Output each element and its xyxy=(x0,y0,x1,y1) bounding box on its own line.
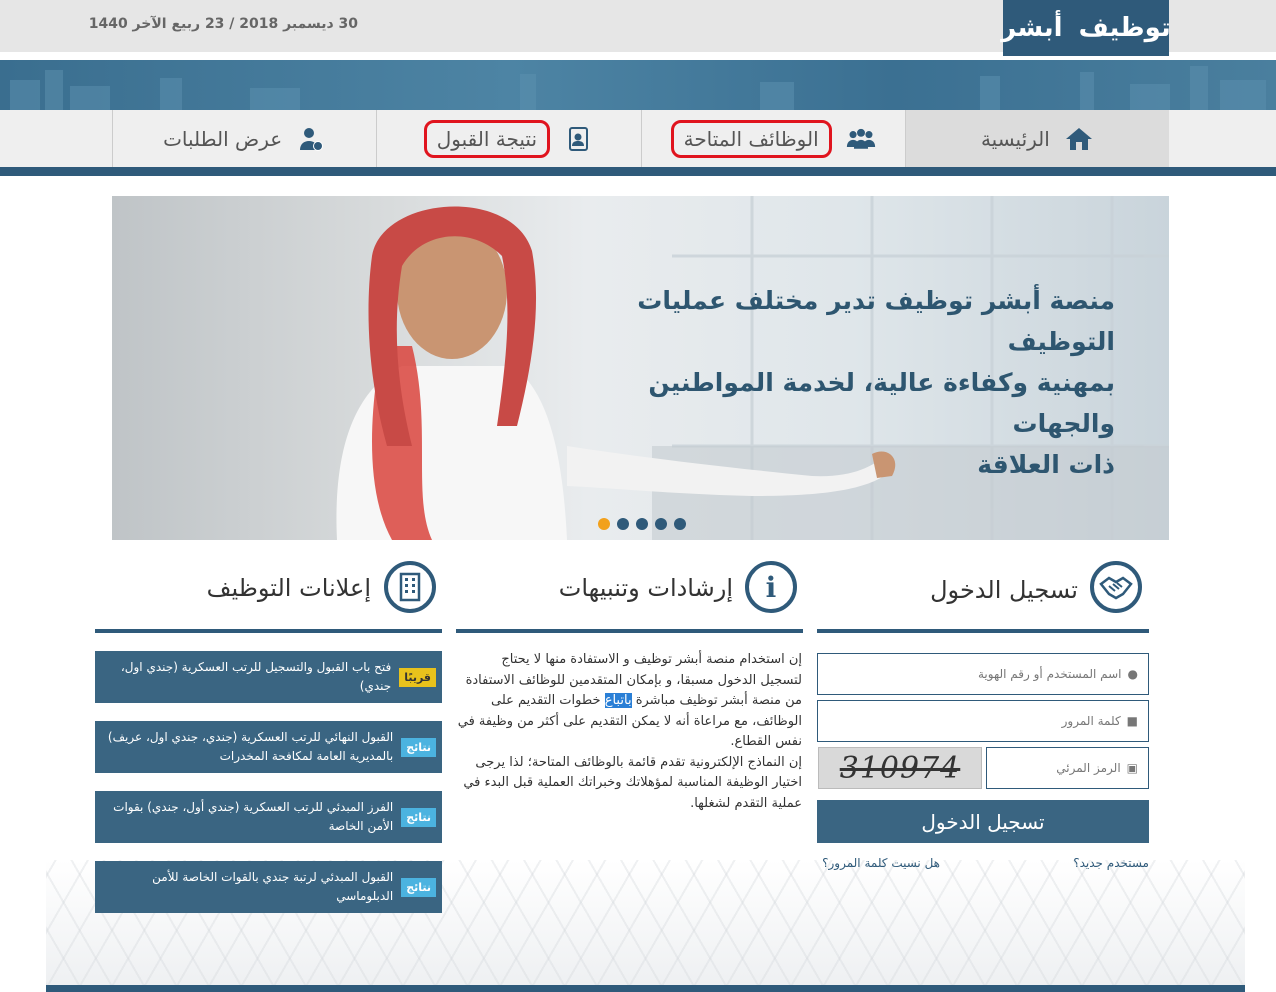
nav-underline-bar xyxy=(0,167,1276,176)
handshake-icon xyxy=(1090,561,1142,613)
captcha-placeholder: الرمز المرئي xyxy=(1056,761,1121,775)
footer-line xyxy=(46,985,1245,992)
ad-text: القبول المبدئي لرتبة جندي بالقوات الخاصة… xyxy=(152,870,394,903)
forgot-password-link[interactable]: هل نسيت كلمة المرور؟ xyxy=(822,856,940,870)
building-icon xyxy=(384,561,436,613)
site-logo[interactable]: توظيف أبشر xyxy=(1001,0,1171,56)
slider-dot-3[interactable] xyxy=(636,518,648,530)
nav-label-jobs: الوظائف المتاحة xyxy=(670,119,832,158)
captcha-input[interactable]: ▣ الرمز المرئي xyxy=(986,747,1149,789)
header-date: 30 ديسمبر 2018 / 23 ربيع الآخر 1440 xyxy=(88,16,358,32)
captcha-image: 310974 xyxy=(818,747,982,789)
ad-item[interactable]: قريبًا فتح باب القبول والتسجيل للرتب الع… xyxy=(95,651,442,703)
guidance-rule xyxy=(456,629,803,633)
ad-item[interactable]: نتائج القبول المبدئي لرتبة جندي بالقوات … xyxy=(95,861,442,913)
username-field[interactable]: ● اسم المستخدم أو رقم الهوية xyxy=(817,653,1149,695)
new-user-link[interactable]: مستخدم جديد؟ xyxy=(1073,856,1149,870)
users-group-icon xyxy=(846,124,876,154)
document-user-icon xyxy=(564,124,594,154)
ads-rule xyxy=(95,629,442,633)
image-icon: ▣ xyxy=(1126,761,1138,775)
ads-icon-wrap xyxy=(384,561,436,613)
guidance-title: إرشادات وتنبيهات xyxy=(558,574,733,602)
logo-text-left: أبشر xyxy=(1001,13,1063,43)
ad-badge: نتائج xyxy=(401,877,436,897)
hero-caption: منصة أبشر توظيف تدير مختلف عمليات التوظي… xyxy=(555,280,1115,485)
guidance-icon-wrap: i xyxy=(745,561,797,613)
info-icon: i xyxy=(745,561,797,613)
slider-dots xyxy=(598,518,686,530)
ads-title: إعلانات التوظيف xyxy=(206,574,371,602)
login-submit-button[interactable]: تسجيل الدخول xyxy=(817,800,1149,843)
slider-dot-4[interactable] xyxy=(655,518,667,530)
password-field[interactable]: ■ كلمة المرور xyxy=(817,700,1149,742)
user-icon: ● xyxy=(1127,667,1138,681)
ad-text: القبول النهائي للرتب العسكرية (جندي، جند… xyxy=(107,730,394,763)
guidance-text: إن استخدام منصة أبشر توظيف و الاستفادة م… xyxy=(456,650,802,814)
ad-text: الفرز المبدئي للرتب العسكرية (جندي أول، … xyxy=(113,800,394,833)
hero-line-2: بمهنية وكفاءة عالية، لخدمة المواطنين وال… xyxy=(648,368,1115,438)
login-rule xyxy=(817,629,1149,633)
ad-item[interactable]: نتائج القبول النهائي للرتب العسكرية (جند… xyxy=(95,721,442,773)
nav-label-requests: عرض الطلبات xyxy=(163,126,283,151)
hero-slider: منصة أبشر توظيف تدير مختلف عمليات التوظي… xyxy=(112,196,1169,540)
ad-badge: نتائج xyxy=(401,807,436,827)
home-icon xyxy=(1064,124,1094,154)
username-placeholder: اسم المستخدم أو رقم الهوية xyxy=(978,667,1122,681)
logo-text-right: توظيف xyxy=(1078,13,1171,43)
skyline-decoration xyxy=(10,66,1266,112)
login-section-icon-wrap xyxy=(1090,561,1142,613)
ad-text: فتح باب القبول والتسجيل للرتب العسكرية (… xyxy=(120,660,392,693)
guidance-p2: إن النماذج الإلكترونية تقدم قائمة بالوظا… xyxy=(463,754,802,811)
header-banner-strip xyxy=(0,60,1276,112)
login-title: تسجيل الدخول xyxy=(930,576,1078,604)
nav-fill-left xyxy=(0,110,112,167)
ad-item[interactable]: نتائج الفرز المبدئي للرتب العسكرية (جندي… xyxy=(95,791,442,843)
nav-item-home[interactable]: الرئيسية xyxy=(904,110,1169,167)
nav-label-home: الرئيسية xyxy=(980,126,1050,151)
nav-item-result[interactable]: نتيجة القبول xyxy=(376,110,640,167)
slider-dot-5[interactable] xyxy=(674,518,686,530)
slider-dot-2[interactable] xyxy=(617,518,629,530)
ad-badge: قريبًا xyxy=(399,667,436,687)
nav-item-jobs[interactable]: الوظائف المتاحة xyxy=(640,110,905,167)
guidance-p1-highlight: باتباع xyxy=(604,693,632,708)
captcha-code: 310974 xyxy=(839,750,961,786)
hero-line-3: ذات العلاقة xyxy=(977,450,1115,479)
main-nav: عرض الطلبات نتيجة القبول الوظائف المتاحة… xyxy=(112,110,1169,167)
hero-line-1: منصة أبشر توظيف تدير مختلف عمليات التوظي… xyxy=(637,286,1115,356)
nav-fill-right xyxy=(1169,110,1276,167)
user-check-icon xyxy=(296,124,326,154)
password-placeholder: كلمة المرور xyxy=(1061,714,1121,728)
nav-label-result: نتيجة القبول xyxy=(423,119,551,158)
nav-item-requests[interactable]: عرض الطلبات xyxy=(112,110,376,167)
slider-dot-1[interactable] xyxy=(598,518,610,530)
lock-icon: ■ xyxy=(1126,714,1138,728)
ad-badge: نتائج xyxy=(401,737,436,757)
